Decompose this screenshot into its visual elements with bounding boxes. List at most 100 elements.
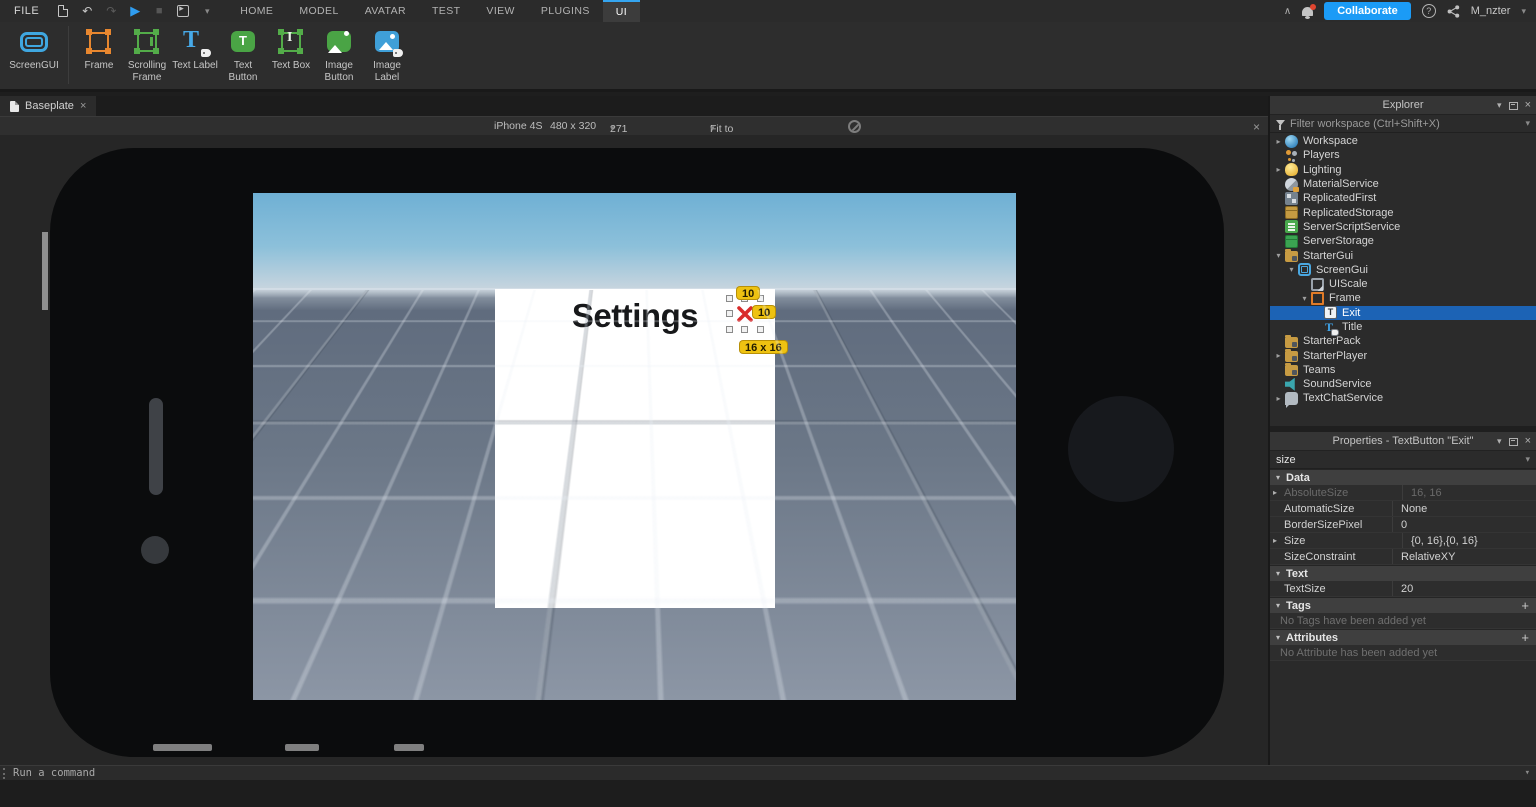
resize-handle[interactable] — [757, 326, 764, 333]
close-tab-icon[interactable]: × — [80, 100, 86, 112]
expand-arrow-icon[interactable]: ▸ — [1273, 394, 1284, 403]
expand-property-icon[interactable]: ▸ — [1270, 485, 1280, 500]
tree-item-title[interactable]: Title — [1270, 320, 1536, 334]
collapse-arrow-icon[interactable]: ▾ — [1286, 265, 1297, 274]
tab-baseplate[interactable]: Baseplate × — [0, 96, 96, 116]
resize-handle[interactable] — [726, 326, 733, 333]
ribbon-item-text-box[interactable]: IText Box — [267, 22, 315, 72]
expand-property-icon[interactable]: ▸ — [1270, 533, 1280, 548]
share-icon[interactable] — [1447, 5, 1460, 18]
drag-grip-icon[interactable] — [3, 768, 7, 779]
expand-arrow-icon[interactable]: ▸ — [1273, 137, 1284, 146]
property-row-sizeconstraint: SizeConstraintRelativeXY — [1270, 549, 1536, 565]
section-collapse-icon[interactable]: ▾ — [1270, 569, 1286, 578]
ribbon-separator — [68, 26, 69, 84]
property-value[interactable]: 20 — [1393, 581, 1536, 596]
explorer-close-icon[interactable]: × — [1525, 100, 1531, 111]
tree-item-textchatservice[interactable]: ▸TextChatService — [1270, 391, 1536, 405]
play-button[interactable]: ▶ — [125, 1, 145, 21]
ribbon-item-image-button[interactable]: Image Button — [315, 22, 363, 83]
notifications-bell-icon[interactable] — [1302, 7, 1313, 16]
tree-item-teams[interactable]: Teams — [1270, 363, 1536, 377]
tree-item-serverscriptservice[interactable]: ServerScriptService — [1270, 220, 1536, 234]
user-menu-caret-icon[interactable]: ▾ — [1521, 6, 1526, 17]
mute-device-icon[interactable] — [848, 120, 861, 133]
properties-float-window-icon[interactable] — [1509, 438, 1518, 446]
ribbon-item-scrolling-frame[interactable]: Scrolling Frame — [123, 22, 171, 83]
properties-filter-dropdown-icon[interactable]: ▾ — [1525, 454, 1530, 465]
tree-item-exit[interactable]: Exit — [1270, 306, 1536, 320]
new-document-button[interactable] — [53, 1, 73, 21]
ribbon-item-frame[interactable]: Frame — [75, 22, 123, 72]
tree-item-serverstorage[interactable]: ServerStorage — [1270, 234, 1536, 248]
redo-button[interactable]: ↷ — [101, 1, 121, 21]
explorer-menu-chevron-icon[interactable]: ▾ — [1497, 100, 1502, 111]
property-value[interactable]: {0, 16},{0, 16} — [1403, 533, 1536, 548]
menu-tab-plugins[interactable]: PLUGINS — [528, 0, 603, 22]
properties-section-text[interactable]: ▾Text — [1270, 565, 1536, 581]
tree-item-replicatedstorage[interactable]: ReplicatedStorage — [1270, 205, 1536, 219]
quick-access-dropdown[interactable]: ▾ — [197, 1, 217, 21]
close-device-bar-icon[interactable]: × — [1253, 120, 1260, 134]
filter-dropdown-icon[interactable]: ▾ — [1525, 118, 1530, 129]
expand-arrow-icon[interactable]: ▸ — [1273, 351, 1284, 360]
help-icon[interactable]: ? — [1422, 4, 1436, 18]
device-name-label[interactable]: iPhone 4S — [494, 120, 542, 132]
collaborate-button[interactable]: Collaborate — [1324, 2, 1411, 20]
properties-section-data[interactable]: ▾Data — [1270, 469, 1536, 485]
properties-section-tags[interactable]: ▾Tags+ — [1270, 597, 1536, 613]
tree-item-screengui[interactable]: ▾ScreenGui — [1270, 263, 1536, 277]
tree-item-starterpack[interactable]: StarterPack — [1270, 334, 1536, 348]
properties-menu-chevron-icon[interactable]: ▾ — [1497, 436, 1502, 447]
ribbon-item-image-label[interactable]: Image Label — [363, 22, 411, 83]
expand-arrow-icon[interactable]: ▸ — [1273, 165, 1284, 174]
ribbon-item-text-label[interactable]: TText Label — [171, 22, 219, 72]
add-tags-button[interactable]: + — [1521, 598, 1529, 613]
insert-mode-button[interactable] — [173, 1, 193, 21]
property-value[interactable]: RelativeXY — [1393, 549, 1536, 564]
menu-tab-model[interactable]: MODEL — [286, 0, 351, 22]
tree-item-materialservice[interactable]: MaterialService — [1270, 177, 1536, 191]
command-bar-expand-icon[interactable]: ▾ — [1525, 768, 1530, 778]
tree-item-players[interactable]: Players — [1270, 148, 1536, 162]
stop-button[interactable]: ■ — [149, 1, 169, 21]
resize-handle[interactable] — [741, 326, 748, 333]
command-input[interactable]: Run a command — [13, 767, 95, 779]
property-value[interactable]: None — [1393, 501, 1536, 516]
collapse-arrow-icon[interactable]: ▾ — [1299, 294, 1310, 303]
resize-handle[interactable] — [726, 310, 733, 317]
menu-tab-avatar[interactable]: AVATAR — [352, 0, 419, 22]
menu-tab-ui[interactable]: UI — [603, 0, 640, 22]
tree-item-lighting[interactable]: ▸Lighting — [1270, 163, 1536, 177]
tree-item-workspace[interactable]: ▸Workspace — [1270, 134, 1536, 148]
ribbon-item-screengui[interactable]: ScreenGUI — [4, 22, 64, 72]
tree-item-frame[interactable]: ▾Frame — [1270, 291, 1536, 305]
menu-tab-view[interactable]: VIEW — [473, 0, 527, 22]
viewport-3d[interactable]: Settings 10 10 16 x 16 — [0, 135, 1268, 765]
file-menu[interactable]: FILE — [0, 0, 53, 22]
property-value[interactable]: 0 — [1393, 517, 1536, 532]
explorer-filter-input[interactable]: Filter workspace (Ctrl+Shift+X) ▾ — [1270, 115, 1536, 133]
menu-tab-home[interactable]: HOME — [227, 0, 286, 22]
properties-filter-input[interactable]: size ▾ — [1270, 451, 1536, 469]
explorer-float-window-icon[interactable] — [1509, 102, 1518, 110]
tree-item-soundservice[interactable]: SoundService — [1270, 377, 1536, 391]
collapse-arrow-icon[interactable]: ▾ — [1273, 251, 1284, 260]
ribbon-item-text-button[interactable]: TText Button — [219, 22, 267, 83]
undo-button[interactable]: ↶ — [77, 1, 97, 21]
add-attributes-button[interactable]: + — [1521, 630, 1529, 645]
settings-frame[interactable]: Settings — [495, 289, 775, 608]
section-collapse-icon[interactable]: ▾ — [1270, 633, 1286, 642]
properties-section-attributes[interactable]: ▾Attributes+ — [1270, 629, 1536, 645]
tree-item-uiscale[interactable]: UIScale — [1270, 277, 1536, 291]
tree-item-replicatedfirst[interactable]: ReplicatedFirst — [1270, 191, 1536, 205]
username-label[interactable]: M_nzter — [1471, 5, 1511, 17]
properties-close-icon[interactable]: × — [1525, 436, 1531, 447]
section-collapse-icon[interactable]: ▾ — [1270, 601, 1286, 610]
section-collapse-icon[interactable]: ▾ — [1270, 473, 1286, 482]
tree-item-starterplayer[interactable]: ▸StarterPlayer — [1270, 348, 1536, 362]
menu-tab-test[interactable]: TEST — [419, 0, 473, 22]
tree-item-startergui[interactable]: ▾StarterGui — [1270, 248, 1536, 262]
collapse-ribbon-icon[interactable]: ∧ — [1284, 6, 1291, 17]
resize-handle[interactable] — [726, 295, 733, 302]
